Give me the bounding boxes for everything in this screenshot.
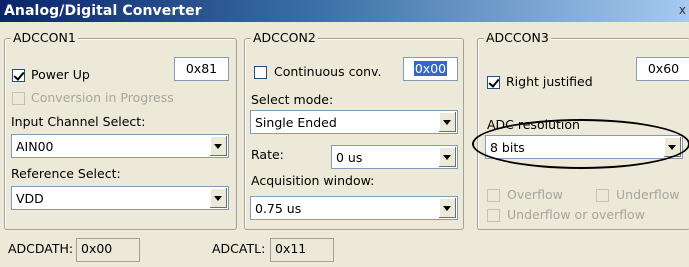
rate-label: Rate: bbox=[251, 147, 284, 162]
adc-resolution-select[interactable]: 8 bits bbox=[485, 135, 683, 159]
adc-resolution-label: ADC resolution bbox=[487, 117, 580, 132]
select-mode-label: Select mode: bbox=[251, 92, 334, 107]
reference-select-label: Reference Select: bbox=[11, 166, 121, 181]
adccon2-legend: ADCCON2 bbox=[251, 30, 318, 46]
adccon1-legend: ADCCON1 bbox=[11, 30, 78, 46]
acquisition-window-select[interactable]: 0.75 us bbox=[250, 196, 458, 220]
close-icon[interactable]: x bbox=[679, 3, 686, 17]
adccon3-hex-field[interactable]: 0x60 bbox=[636, 57, 689, 81]
adcdath-value: 0x00 bbox=[81, 241, 113, 256]
right-justified-checkbox[interactable] bbox=[487, 76, 500, 89]
adccon3-hex-value: 0x60 bbox=[647, 61, 680, 76]
chevron-down-icon[interactable] bbox=[438, 147, 456, 167]
chevron-down-icon[interactable] bbox=[438, 198, 456, 218]
overflow-checkbox[interactable] bbox=[487, 189, 500, 202]
select-mode-select[interactable]: Single Ended bbox=[250, 110, 458, 134]
adcatl-value: 0x11 bbox=[275, 241, 307, 256]
adcdath-label: ADCDATH: bbox=[8, 241, 74, 256]
acquisition-window-value: 0.75 us bbox=[255, 201, 302, 216]
adc-resolution-value: 8 bits bbox=[490, 140, 525, 155]
underflow-or-overflow-checkbox[interactable] bbox=[487, 209, 500, 222]
select-mode-value: Single Ended bbox=[255, 115, 337, 130]
adcdath-field: 0x00 bbox=[76, 238, 140, 262]
underflow-label: Underflow bbox=[616, 187, 680, 202]
power-up-checkbox[interactable] bbox=[12, 69, 25, 82]
input-channel-select[interactable]: AIN00 bbox=[11, 134, 229, 158]
window-title: Analog/Digital Converter bbox=[4, 3, 202, 19]
adccon2-hex-field[interactable]: 0x00 bbox=[403, 57, 458, 81]
continuous-conv-checkbox[interactable] bbox=[254, 66, 267, 79]
input-channel-value: AIN00 bbox=[16, 139, 54, 154]
rate-select[interactable]: 0 us bbox=[331, 145, 458, 169]
input-channel-label: Input Channel Select: bbox=[11, 114, 146, 129]
right-justified-label: Right justified bbox=[506, 74, 593, 89]
title-bar: Analog/Digital Converter x bbox=[0, 0, 689, 22]
rate-value: 0 us bbox=[336, 150, 363, 165]
overflow-label: Overflow bbox=[507, 187, 563, 202]
adccon1-hex-value: 0x81 bbox=[185, 61, 218, 76]
reference-select[interactable]: VDD bbox=[11, 186, 229, 210]
underflow-checkbox[interactable] bbox=[596, 189, 609, 202]
status-bar: ADCDATH: 0x00 ADCATL: 0x11 bbox=[0, 235, 689, 267]
adcatl-label: ADCATL: bbox=[212, 241, 266, 256]
adccon1-hex-field[interactable]: 0x81 bbox=[174, 57, 229, 81]
chevron-down-icon[interactable] bbox=[438, 112, 456, 132]
conversion-in-progress-label: Conversion in Progress bbox=[31, 90, 174, 105]
adccon3-legend: ADCCON3 bbox=[484, 30, 551, 46]
continuous-conv-label: Continuous conv. bbox=[274, 64, 382, 79]
chevron-down-icon[interactable] bbox=[663, 137, 681, 157]
underflow-or-overflow-label: Underflow or overflow bbox=[507, 207, 645, 222]
adcatl-field: 0x11 bbox=[270, 238, 334, 262]
acquisition-window-label: Acquisition window: bbox=[251, 173, 375, 188]
reference-select-value: VDD bbox=[16, 191, 44, 206]
chevron-down-icon[interactable] bbox=[209, 188, 227, 208]
adccon2-hex-value: 0x00 bbox=[413, 61, 448, 76]
conversion-in-progress-checkbox[interactable] bbox=[12, 92, 25, 105]
power-up-label: Power Up bbox=[31, 67, 90, 82]
chevron-down-icon[interactable] bbox=[209, 136, 227, 156]
